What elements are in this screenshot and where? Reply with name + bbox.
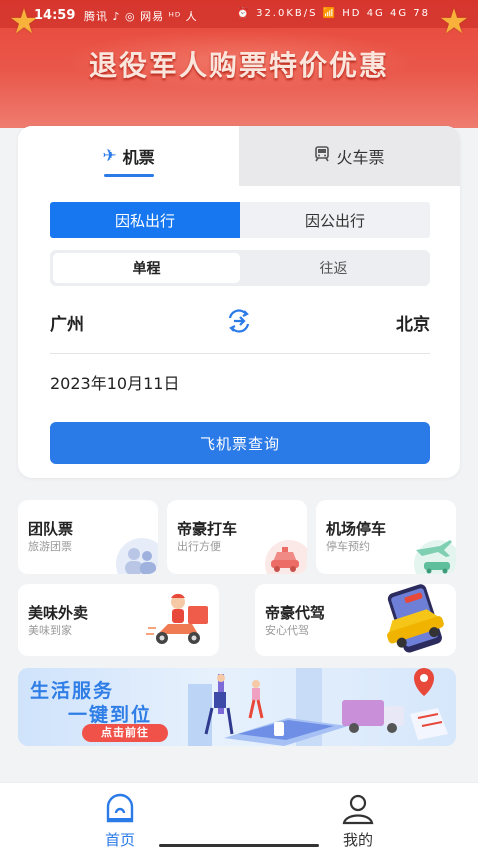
service-title: 帝豪代驾: [265, 604, 326, 622]
route-selector: 广州 北京: [50, 304, 430, 340]
service-taxi[interactable]: 帝豪打车 出行方便: [167, 500, 307, 574]
purpose-private-button[interactable]: 因私出行: [50, 202, 240, 238]
booking-card: ✈ 机票 火车票 因私出行 因公出行 单程 往返 广州 北京 2023年10月1…: [18, 126, 460, 478]
service-title: 机场停车: [326, 520, 387, 538]
status-app-icons: 腾讯 ♪ ◎ 网易 ᴴᴰ 人: [84, 10, 198, 23]
delivery-scooter-icon: [144, 588, 216, 656]
one-way-button[interactable]: 单程: [53, 253, 240, 283]
travel-purpose-toggle: 因私出行 因公出行: [50, 202, 430, 238]
service-food-delivery[interactable]: 美味外卖 美味到家: [18, 584, 219, 656]
arrival-city[interactable]: 北京: [396, 310, 430, 335]
tab-flight[interactable]: ✈ 机票: [18, 126, 239, 186]
departure-city[interactable]: 广州: [50, 310, 84, 335]
go-now-button[interactable]: 点击前往: [82, 724, 168, 742]
life-service-banner[interactable]: 生活服务 一键到位 点击前往: [18, 668, 456, 746]
group-people-icon: [112, 536, 158, 574]
phone-car-icon: [371, 584, 455, 656]
taxi-car-icon: [263, 536, 307, 574]
service-subtitle: 旅游团票: [28, 540, 72, 553]
service-title: 帝豪打车: [177, 520, 238, 538]
nav-home[interactable]: 首页: [80, 791, 160, 850]
status-time: 14:59: [34, 8, 76, 23]
flight-search-button[interactable]: 飞机票查询: [50, 422, 430, 464]
nav-mine-label: 我的: [342, 831, 373, 849]
tab-train[interactable]: 火车票: [239, 126, 460, 186]
banner-title: 退役军人购票特价优惠: [88, 49, 389, 82]
service-title: 美味外卖: [28, 604, 89, 622]
life-services-illustration: [188, 668, 448, 746]
parking-plane-icon: [410, 536, 456, 574]
service-subtitle: 美味到家: [28, 624, 72, 637]
departure-date[interactable]: 2023年10月11日: [50, 370, 179, 394]
service-group-ticket[interactable]: 团队票 旅游团票: [18, 500, 158, 574]
trip-type-toggle: 单程 往返: [50, 250, 430, 286]
status-system-icons: ⏰ 32.0KB/S 📶 HD 4G 4G 78: [236, 8, 430, 19]
home-icon: [102, 791, 138, 827]
tab-active-indicator: [104, 174, 154, 177]
divider: [50, 353, 430, 354]
promo-banner[interactable]: ★ ★ 14:59 腾讯 ♪ ◎ 网易 ᴴᴰ 人 ⏰ 32.0KB/S 📶 HD…: [0, 0, 478, 128]
round-trip-button[interactable]: 往返: [240, 253, 427, 283]
bottom-nav: 首页 我的: [0, 782, 478, 850]
user-icon: [340, 791, 376, 827]
tab-train-label: 火车票: [336, 148, 385, 167]
service-airport-parking[interactable]: 机场停车 停车预约: [316, 500, 456, 574]
life-banner-line2: 一键到位: [68, 704, 153, 726]
service-designated-driver[interactable]: 帝豪代驾 安心代驾: [255, 584, 456, 656]
service-subtitle: 出行方便: [177, 540, 221, 553]
home-indicator: [159, 844, 319, 847]
life-banner-line1: 生活服务: [30, 680, 115, 702]
purpose-business-button[interactable]: 因公出行: [240, 202, 430, 238]
ticket-tabs: ✈ 机票 火车票: [18, 126, 460, 186]
service-subtitle: 安心代驾: [265, 624, 309, 637]
train-icon: [314, 145, 330, 167]
airplane-icon: ✈: [102, 146, 117, 166]
nav-mine[interactable]: 我的: [318, 791, 398, 850]
swap-cities-icon[interactable]: [224, 306, 254, 336]
status-bar: 14:59 腾讯 ♪ ◎ 网易 ᴴᴰ 人 ⏰ 32.0KB/S 📶 HD 4G …: [0, 6, 478, 26]
service-title: 团队票: [28, 520, 74, 538]
service-subtitle: 停车预约: [326, 540, 370, 553]
tab-flight-label: 机票: [122, 148, 155, 167]
nav-home-label: 首页: [104, 831, 135, 849]
